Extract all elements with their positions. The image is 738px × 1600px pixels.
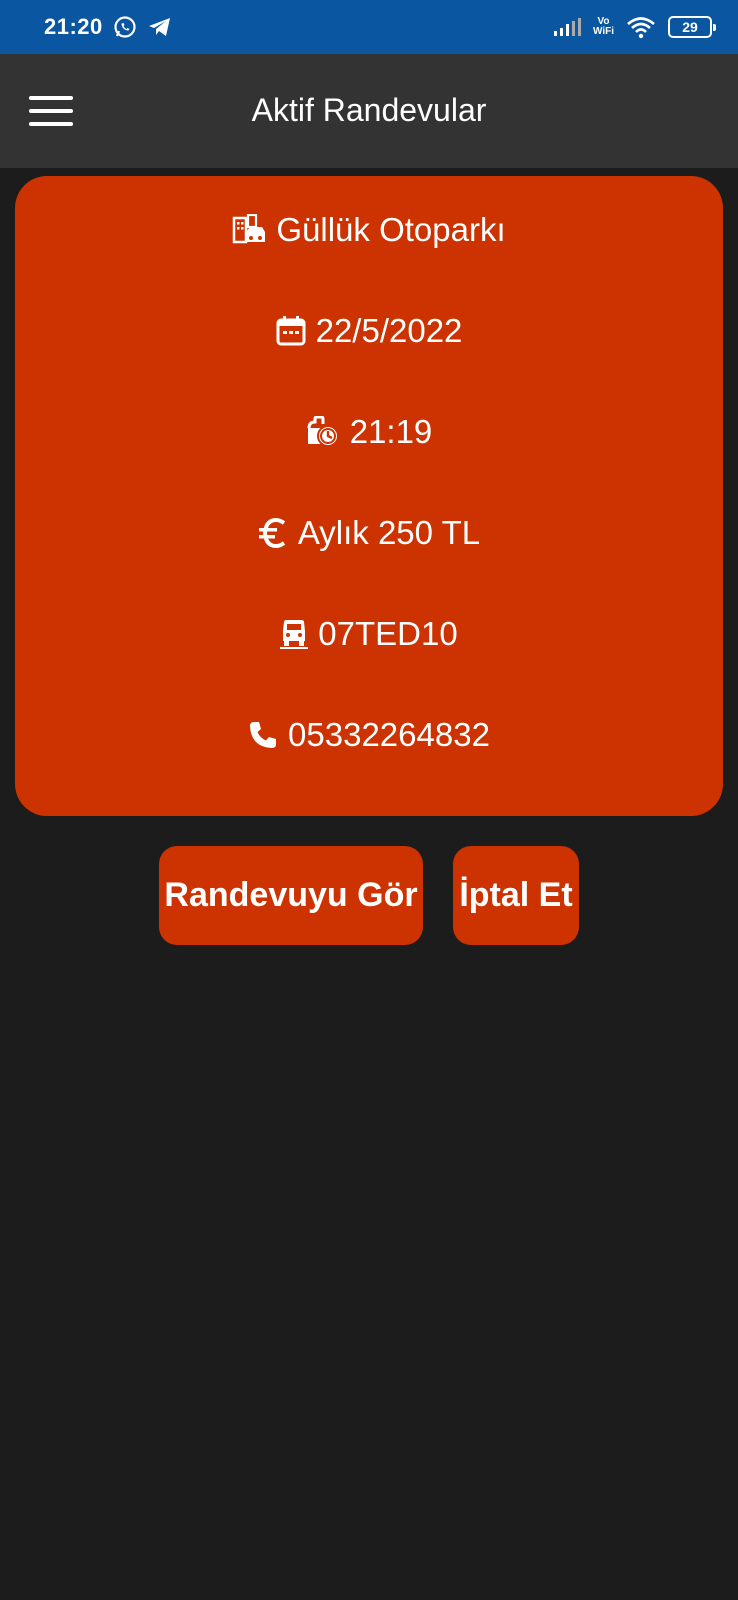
calendar-icon bbox=[276, 315, 306, 347]
price-row: Aylık 250 TL bbox=[15, 511, 723, 555]
parking-building-icon bbox=[232, 214, 266, 246]
appointment-time: 21:19 bbox=[349, 413, 433, 450]
battery-indicator: 29 bbox=[668, 16, 716, 38]
date-row: 22/5/2022 bbox=[15, 309, 723, 353]
page-title: Aktif Randevular bbox=[251, 92, 487, 128]
contact-phone: 05332264832 bbox=[288, 716, 490, 753]
plate-row: 07TED10 bbox=[15, 612, 723, 656]
whatsapp-icon bbox=[113, 15, 137, 39]
parking-name: Güllük Otoparkı bbox=[276, 211, 506, 248]
app-bar: Aktif Randevular bbox=[0, 54, 738, 168]
cancel-appointment-button[interactable]: İptal Et bbox=[453, 846, 579, 945]
phone-icon bbox=[248, 720, 278, 750]
car-icon bbox=[280, 619, 309, 649]
euro-icon bbox=[258, 517, 288, 549]
license-plate: 07TED10 bbox=[318, 615, 458, 652]
appointment-date: 22/5/2022 bbox=[315, 312, 463, 349]
signal-icon bbox=[553, 17, 581, 37]
view-appointment-button[interactable]: Randevuyu Gör bbox=[159, 846, 423, 945]
vowifi-label: Vo WiFi bbox=[592, 16, 614, 37]
status-time: 21:20 bbox=[44, 14, 103, 39]
clock-icon bbox=[306, 416, 340, 448]
appointment-card: Güllük Otoparkı 22/5/2022 21:19 Aylık 25… bbox=[15, 176, 723, 816]
telegram-icon bbox=[147, 15, 173, 39]
status-bar: 21:20 Vo WiFi 29 bbox=[0, 0, 738, 54]
appointment-price: Aylık 250 TL bbox=[297, 514, 481, 551]
phone-row: 05332264832 bbox=[15, 713, 723, 757]
wifi-icon bbox=[626, 15, 656, 39]
parking-name-row: Güllük Otoparkı bbox=[15, 208, 723, 252]
time-row: 21:19 bbox=[15, 410, 723, 454]
